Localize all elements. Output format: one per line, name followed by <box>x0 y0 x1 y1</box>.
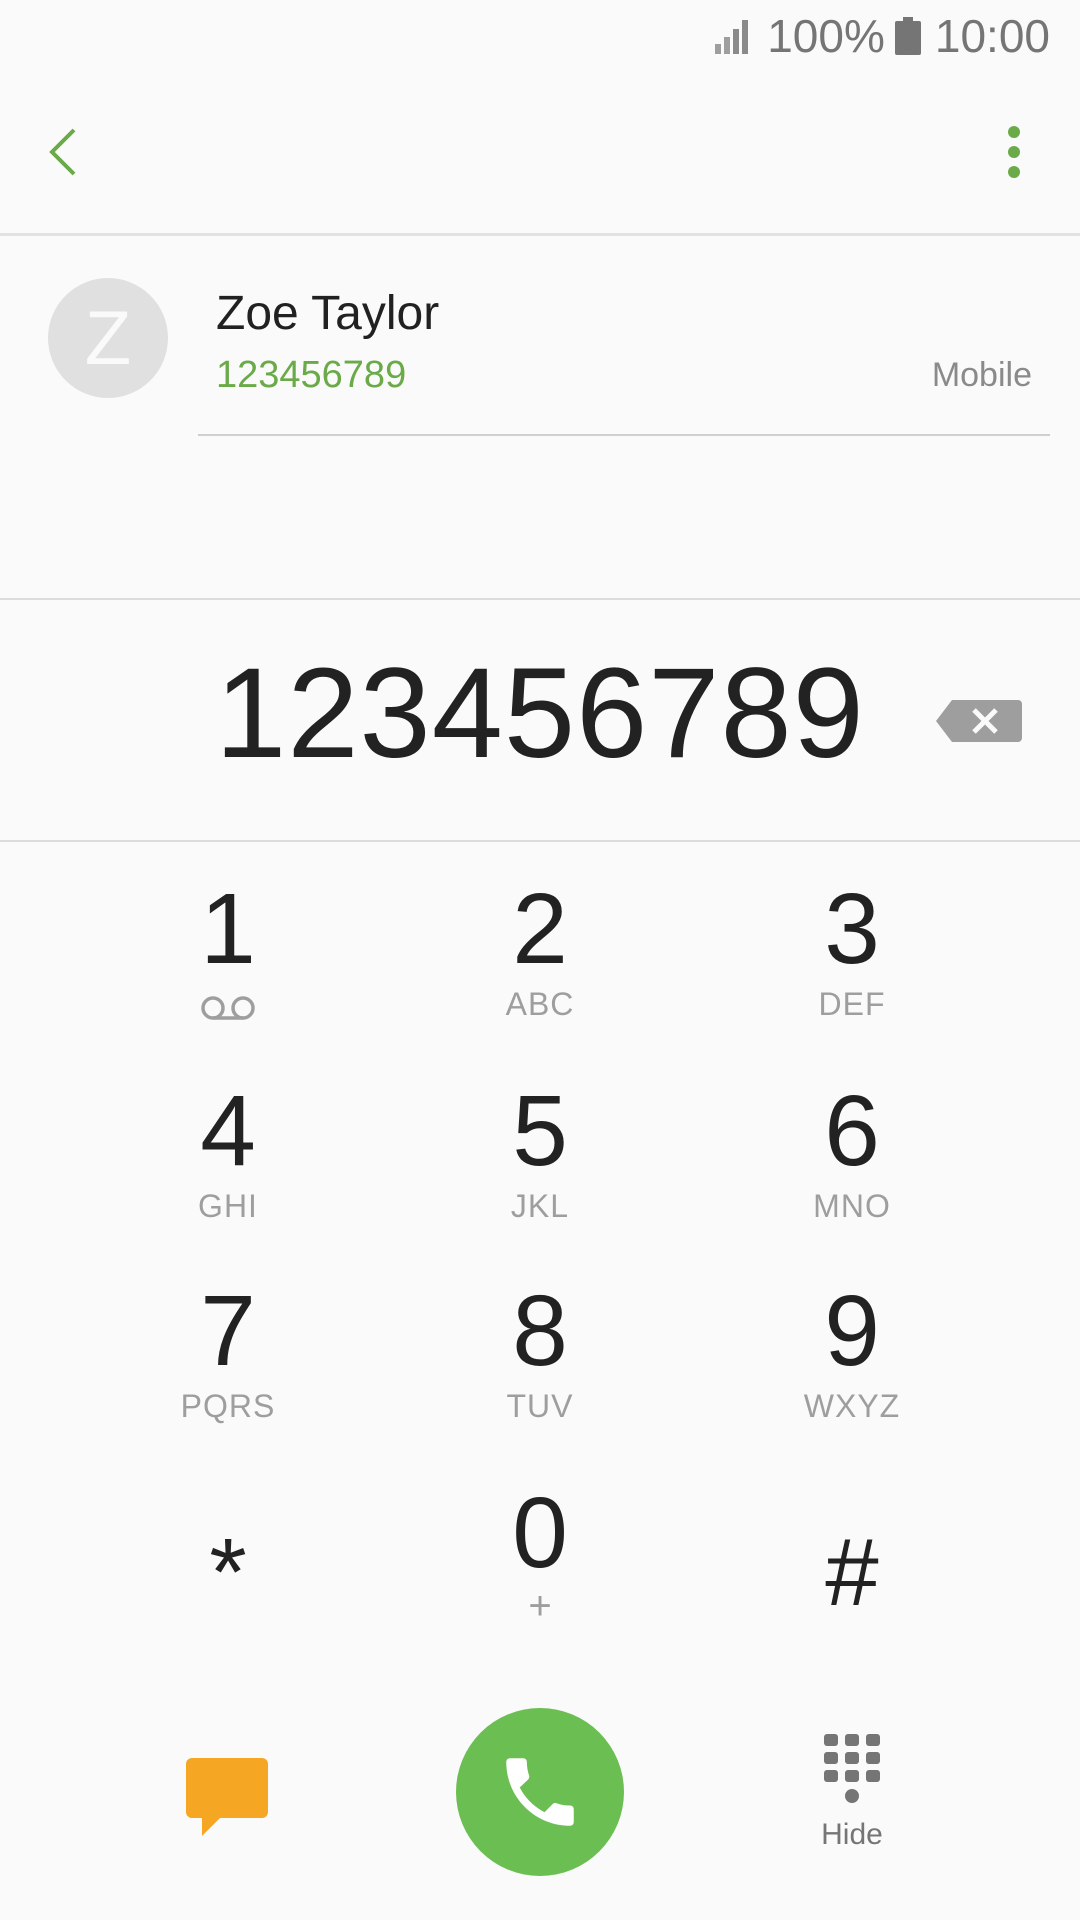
key-2[interactable]: 2 ABC <box>410 874 670 1064</box>
number-display: 123456789 <box>0 600 1080 840</box>
key-letters: PQRS <box>180 1388 276 1424</box>
back-arrow-icon[interactable] <box>36 122 96 182</box>
battery-icon <box>894 17 921 55</box>
call-button[interactable] <box>456 1708 624 1876</box>
key-letters: TUV <box>506 1388 574 1424</box>
key-digit: 7 <box>200 1275 256 1387</box>
key-letters: DEF <box>818 986 886 1022</box>
key-letters: + <box>528 1584 552 1628</box>
key-5[interactable]: 5 JKL <box>410 1076 670 1266</box>
key-digit: 5 <box>512 1075 568 1187</box>
avatar: Z <box>48 278 168 398</box>
contact-suggestion[interactable]: Z Zoe Taylor 123456789 Mobile <box>0 238 1080 438</box>
more-options-icon[interactable] <box>984 122 1044 182</box>
key-digit: 1 <box>200 873 256 985</box>
contact-number: 123456789 <box>216 354 407 396</box>
key-1[interactable]: 1 <box>98 874 358 1064</box>
key-letters: WXYZ <box>803 1388 901 1424</box>
key-4[interactable]: 4 GHI <box>98 1076 358 1266</box>
contact-name: Zoe Taylor <box>216 287 440 340</box>
key-6[interactable]: 6 MNO <box>722 1076 982 1266</box>
key-letters: JKL <box>510 1188 570 1224</box>
battery-percent: 100% <box>767 10 885 62</box>
key-digit: 6 <box>824 1075 880 1187</box>
key-digit: * <box>209 1519 247 1626</box>
dialpad-icon <box>824 1734 880 1803</box>
key-7[interactable]: 7 PQRS <box>98 1276 358 1466</box>
voicemail-icon <box>201 996 255 1020</box>
key-digit: 9 <box>824 1275 880 1387</box>
message-icon[interactable] <box>186 1758 268 1838</box>
contact-number-type: Mobile <box>931 356 1032 394</box>
signal-icon <box>715 20 749 54</box>
key-3[interactable]: 3 DEF <box>722 874 982 1064</box>
entered-number[interactable]: 123456789 <box>0 640 1080 787</box>
key-hash[interactable]: # <box>722 1478 982 1668</box>
backspace-icon[interactable] <box>936 698 1022 744</box>
key-digit: 4 <box>200 1075 256 1187</box>
keypad-divider <box>0 840 1080 842</box>
hide-label: Hide <box>821 1818 883 1851</box>
key-digit: 2 <box>512 873 568 985</box>
key-letters: GHI <box>198 1188 258 1224</box>
contact-divider <box>198 434 1050 436</box>
key-8[interactable]: 8 TUV <box>410 1276 670 1466</box>
key-digit: 8 <box>512 1275 568 1387</box>
key-0[interactable]: 0 + <box>410 1478 670 1668</box>
clock: 10:00 <box>934 10 1050 62</box>
status-bar: 100% 10:00 <box>0 0 1080 72</box>
key-letters: MNO <box>813 1188 891 1224</box>
hide-keypad-button[interactable]: Hide <box>790 1734 914 1894</box>
key-star[interactable]: * <box>98 1478 358 1668</box>
key-digit: 3 <box>824 873 880 985</box>
phone-icon <box>506 1758 574 1826</box>
dialer-screen: 100% 10:00 Z Zoe Taylor 123456789 Mobile… <box>0 0 1080 1920</box>
key-digit: 0 <box>512 1477 568 1589</box>
key-9[interactable]: 9 WXYZ <box>722 1276 982 1466</box>
key-letters: ABC <box>505 986 575 1022</box>
app-bar <box>0 72 1080 236</box>
key-digit: # <box>825 1519 879 1626</box>
